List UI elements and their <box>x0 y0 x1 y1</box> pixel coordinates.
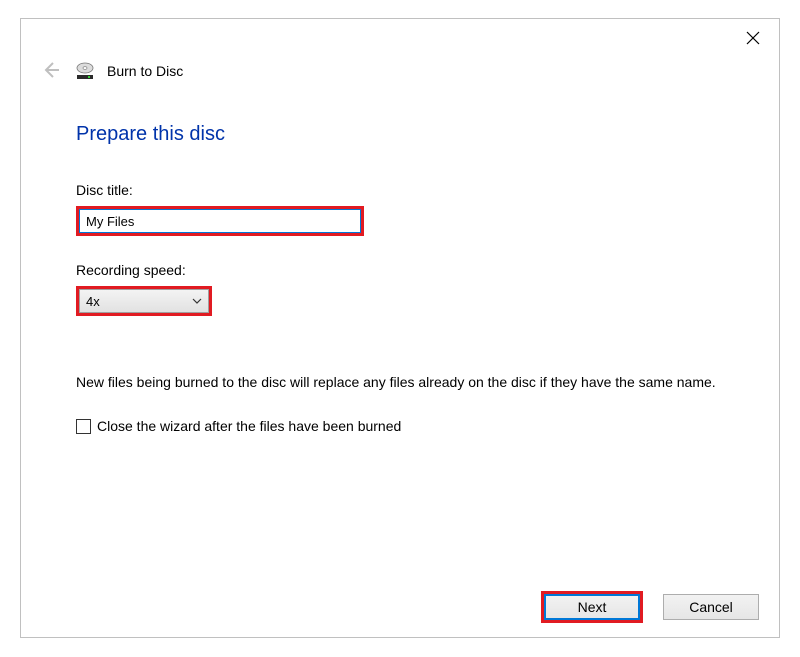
recording-speed-dropdown[interactable]: 4x <box>79 289 209 313</box>
dialog-content: Prepare this disc Disc title: Recording … <box>21 83 779 434</box>
disc-title-input[interactable] <box>79 209 361 233</box>
next-button-label: Next <box>578 599 607 615</box>
close-wizard-label: Close the wizard after the files have be… <box>97 418 401 434</box>
disc-icon <box>75 61 95 81</box>
close-wizard-checkbox[interactable] <box>76 419 91 434</box>
recording-speed-highlight: 4x <box>76 286 212 316</box>
recording-speed-value: 4x <box>86 294 100 309</box>
dialog-title: Burn to Disc <box>107 63 183 79</box>
dialog-footer: Next Cancel <box>541 591 759 623</box>
dialog-header: Burn to Disc <box>21 19 779 83</box>
info-text: New files being burned to the disc will … <box>76 372 716 392</box>
next-button[interactable]: Next <box>544 594 640 620</box>
close-icon <box>746 29 760 50</box>
burn-to-disc-dialog: Burn to Disc Prepare this disc Disc titl… <box>20 18 780 638</box>
main-heading: Prepare this disc <box>76 123 724 146</box>
recording-speed-field: Recording speed: 4x <box>76 262 724 316</box>
disc-title-field: Disc title: <box>76 182 724 236</box>
back-arrow-icon <box>41 60 61 83</box>
recording-speed-label: Recording speed: <box>76 262 724 278</box>
cancel-button[interactable]: Cancel <box>663 594 759 620</box>
disc-title-label: Disc title: <box>76 182 724 198</box>
close-wizard-option: Close the wizard after the files have be… <box>76 418 724 434</box>
cancel-button-label: Cancel <box>689 599 733 615</box>
next-button-highlight: Next <box>541 591 643 623</box>
disc-title-highlight <box>76 206 364 236</box>
close-button[interactable] <box>741 27 765 51</box>
chevron-down-icon <box>192 295 202 307</box>
back-button[interactable] <box>39 59 63 83</box>
